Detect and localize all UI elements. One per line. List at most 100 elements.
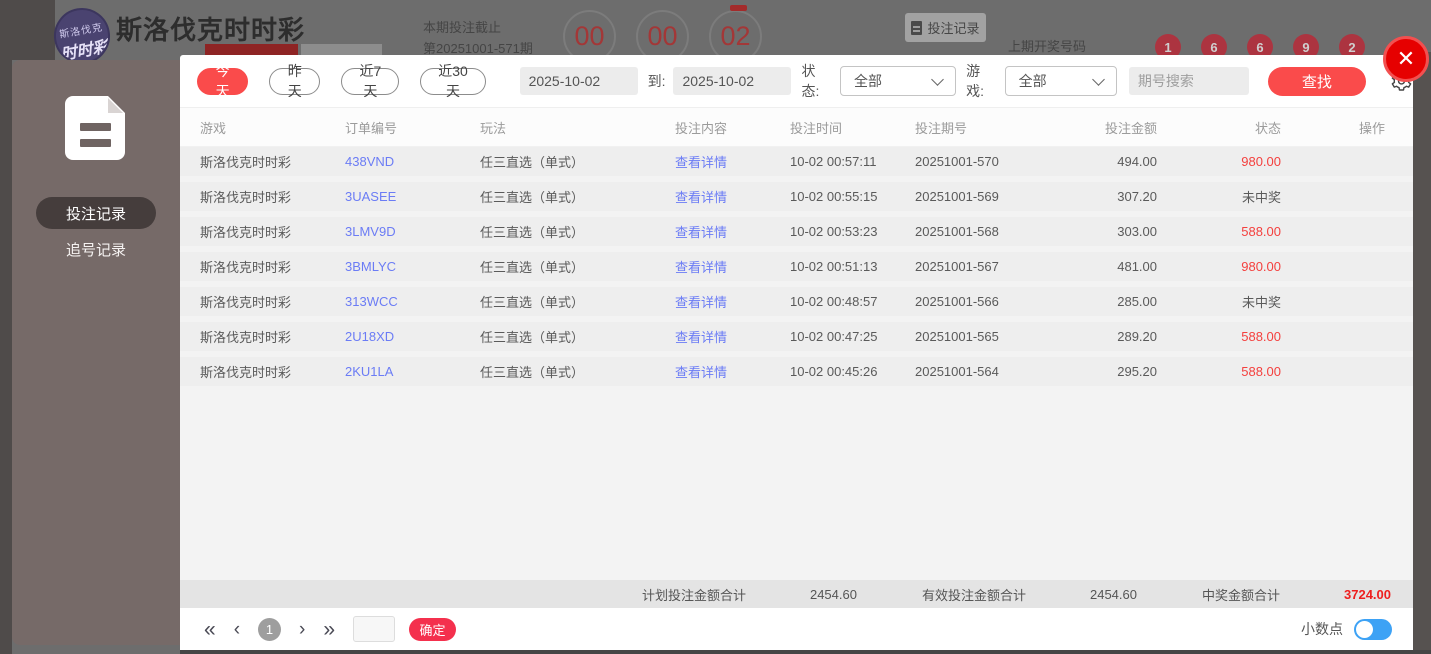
cell-bet-time: 10-02 00:51:13	[790, 259, 878, 274]
column-header: 订单编号	[345, 120, 398, 136]
column-header: 投注内容	[675, 120, 728, 136]
sidebar-item-chase-records[interactable]: 追号记录	[12, 239, 180, 260]
view-details-link[interactable]: 查看详情	[675, 362, 790, 381]
cell-status: 980.00	[1241, 259, 1281, 274]
cell-game: 斯洛伐克时时彩	[200, 225, 292, 240]
cell-order-number[interactable]: 2U18XD	[345, 329, 480, 344]
deadline-label: 本期投注截止	[423, 20, 502, 35]
cell-bet-time: 10-02 00:53:23	[790, 224, 878, 239]
view-details-link[interactable]: 查看详情	[675, 187, 790, 206]
cell-bet-period: 20251001-568	[915, 224, 999, 239]
cell-status: 588.00	[1241, 329, 1281, 344]
valid-total-label: 有效投注金额合计	[921, 587, 1026, 603]
cell-status: 588.00	[1241, 364, 1281, 379]
cell-status: 588.00	[1241, 224, 1281, 239]
cell-game: 斯洛伐克时时彩	[200, 260, 292, 275]
lottery-logo: 斯洛伐克 时时彩	[49, 3, 115, 69]
close-icon[interactable]: ✕	[1383, 36, 1429, 82]
cell-play: 任三直选（单式）	[480, 190, 585, 205]
game-select-value: 全部	[1018, 73, 1047, 89]
cell-play: 任三直选（单式）	[480, 295, 585, 310]
cell-order-number[interactable]: 3BMLYC	[345, 259, 480, 274]
next-page-button[interactable]: ›	[299, 620, 305, 639]
date-to-input[interactable]	[673, 67, 792, 95]
goto-page-input[interactable]	[353, 616, 396, 642]
chevron-down-icon	[1091, 72, 1105, 86]
quick-filter-button[interactable]: 近7天	[341, 63, 400, 99]
confirm-page-button[interactable]: 确定	[409, 617, 457, 641]
cell-bet-time: 10-02 00:47:25	[790, 329, 878, 344]
cell-bet-period: 20251001-569	[915, 189, 999, 204]
quick-filter-button[interactable]: 今天	[197, 63, 249, 99]
view-details-link[interactable]: 查看详情	[675, 222, 790, 241]
cell-order-number[interactable]: 313WCC	[345, 294, 480, 309]
background-corner	[0, 0, 55, 60]
first-page-button[interactable]: «	[204, 619, 216, 640]
cell-status: 未中奖	[1241, 190, 1281, 205]
table-row: 斯洛伐克时时彩 2U18XD 任三直选（单式） 查看详情 10-02 00:47:25 2…	[180, 322, 1413, 351]
decimal-toggle[interactable]	[1354, 618, 1392, 640]
cell-order-number[interactable]: 438VND	[345, 154, 480, 169]
cell-game: 斯洛伐克时时彩	[200, 365, 292, 380]
cell-bet-amount: 494.00	[1117, 154, 1157, 169]
cell-order-number[interactable]: 3UASEE	[345, 189, 480, 204]
cell-bet-time: 10-02 00:57:11	[790, 154, 877, 169]
quick-filter-button[interactable]: 昨天	[269, 63, 321, 99]
table-row: 斯洛伐克时时彩 3BMLYC 任三直选（单式） 查看详情 10-02 00:51:13 2…	[180, 252, 1413, 281]
summary-bar: 计划投注金额合计 2454.60 有效投注金额合计 2454.60 中奖金额合计…	[180, 580, 1413, 608]
prev-page-button[interactable]: ‹	[234, 620, 240, 639]
game-select[interactable]: 全部	[1004, 66, 1117, 96]
cell-play: 任三直选（单式）	[480, 365, 585, 380]
background-bottom-strip	[180, 650, 1431, 654]
cell-order-number[interactable]: 3LMV9D	[345, 224, 480, 239]
cell-play: 任三直选（单式）	[480, 260, 585, 275]
period-search-input[interactable]	[1128, 67, 1249, 95]
view-details-link[interactable]: 查看详情	[675, 327, 790, 346]
cell-status: 未中奖	[1241, 295, 1281, 310]
cell-bet-amount: 289.20	[1117, 329, 1157, 344]
records-sidebar: 投注记录 追号记录	[12, 60, 180, 645]
column-header: 投注期号	[915, 120, 968, 136]
status-select[interactable]: 全部	[840, 66, 957, 96]
decimal-toggle-label: 小数点	[1301, 621, 1343, 637]
view-details-link[interactable]: 查看详情	[675, 257, 790, 276]
bet-records-button[interactable]: 投注记录	[905, 13, 986, 42]
table-row: 斯洛伐克时时彩 3UASEE 任三直选（单式） 查看详情 10-02 00:55:15 2…	[180, 182, 1413, 211]
table-row: 斯洛伐克时时彩 438VND 任三直选（单式） 查看详情 10-02 00:57:11 2…	[180, 147, 1413, 176]
date-from-input[interactable]	[519, 67, 638, 95]
background-button-red	[205, 44, 298, 55]
quick-filter-button[interactable]: 近30天	[420, 63, 486, 99]
status-select-value: 全部	[854, 73, 882, 89]
view-details-link[interactable]: 查看详情	[675, 292, 790, 311]
cell-play: 任三直选（单式）	[480, 330, 585, 345]
game-label: 游戏:	[966, 63, 984, 99]
table-row: 斯洛伐克时时彩 3LMV9D 任三直选（单式） 查看详情 10-02 00:53:23 2…	[180, 217, 1413, 246]
win-total-value: 3724.00	[1344, 586, 1391, 602]
to-label: 到:	[647, 73, 666, 89]
status-label: 状态:	[801, 63, 820, 99]
plan-total-value: 2454.60	[809, 586, 857, 602]
column-header: 状态	[1254, 120, 1281, 136]
bet-records-modal: 今天昨天近7天近30天 到: 状态: 全部 游戏: 全部 查找 游戏 订单编号 玩法…	[180, 55, 1413, 650]
cell-bet-amount: 481.00	[1117, 259, 1157, 274]
background-right-strip	[1413, 52, 1431, 654]
cell-game: 斯洛伐克时时彩	[200, 190, 292, 205]
countdown-overflow-dash	[730, 5, 747, 11]
cell-bet-time: 10-02 00:55:15	[790, 189, 878, 204]
column-header: 投注时间	[790, 120, 843, 136]
view-details-link[interactable]: 查看详情	[675, 152, 790, 171]
cell-game: 斯洛伐克时时彩	[200, 155, 292, 170]
current-page-badge[interactable]: 1	[258, 617, 282, 641]
cell-game: 斯洛伐克时时彩	[200, 330, 292, 345]
search-button[interactable]: 查找	[1267, 66, 1367, 96]
win-total-label: 中奖金额合计	[1201, 587, 1280, 603]
cell-bet-period: 20251001-567	[915, 259, 999, 274]
last-page-button[interactable]: »	[323, 619, 335, 640]
cell-order-number[interactable]: 2KU1LA	[345, 364, 480, 379]
valid-total-value: 2454.60	[1089, 586, 1137, 602]
sidebar-item-bet-records[interactable]: 投注记录	[36, 197, 156, 229]
chevron-down-icon	[931, 72, 944, 86]
last-draw-label: 上期开奖号码	[1008, 39, 1087, 54]
cell-bet-amount: 303.00	[1117, 224, 1157, 239]
filter-bar: 今天昨天近7天近30天 到: 状态: 全部 游戏: 全部 查找	[180, 55, 1413, 107]
